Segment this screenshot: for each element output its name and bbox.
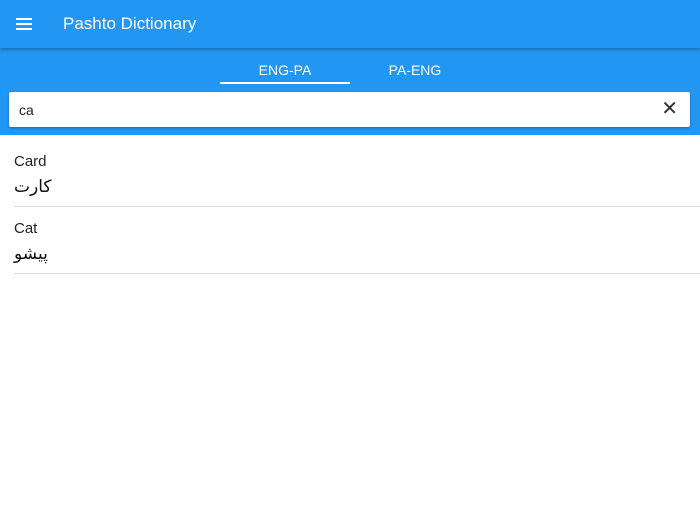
pashto-word: پیشو [14,244,48,264]
app-title: Pashto Dictionary [63,14,197,33]
list-item[interactable]: Cat پیشو [14,208,700,274]
english-word: Card [14,153,47,170]
tab-bar: ENG-PA PA-ENG ✕ [0,48,700,135]
search-box: ✕ [9,92,690,127]
english-word: Cat [14,220,38,237]
tab-pa-eng[interactable]: PA-ENG [350,62,480,84]
hamburger-menu-icon[interactable] [14,14,36,34]
tab-eng-pa[interactable]: ENG-PA [220,62,350,84]
search-input[interactable] [19,92,639,127]
pashto-word: کارت [14,177,52,197]
app-bar: Pashto Dictionary [0,0,700,48]
close-icon[interactable]: ✕ [661,98,678,120]
list-item[interactable]: Card کارت [14,141,700,207]
